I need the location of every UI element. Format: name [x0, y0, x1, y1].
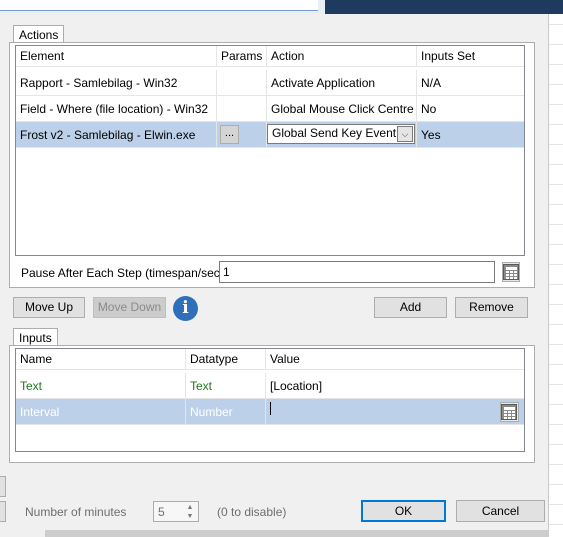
table-row-element[interactable]: Rapport - Samlebilag - Win32: [16, 70, 217, 96]
table-row-inputs-set-selected[interactable]: Yes: [417, 122, 524, 148]
input-row-name[interactable]: Text: [16, 373, 186, 399]
ok-button[interactable]: OK: [361, 500, 446, 522]
pause-calculator-button[interactable]: [502, 262, 520, 282]
inputs-grid: Name Datatype Value Text Text [Location]…: [15, 348, 525, 452]
calculator-icon: [501, 404, 517, 420]
col-header-value[interactable]: Value: [266, 349, 524, 370]
info-icon[interactable]: i: [173, 296, 198, 321]
partial-left-button[interactable]: [0, 476, 6, 497]
tab-inputs[interactable]: Inputs: [13, 328, 58, 346]
input-row-value[interactable]: [Location]: [266, 373, 524, 399]
partial-left-button[interactable]: [0, 501, 6, 522]
input-row-datatype[interactable]: Text: [186, 373, 266, 399]
table-row-element[interactable]: Field - Where (file location) - Win32: [16, 96, 217, 122]
tab-inputs-label: Inputs: [19, 331, 52, 345]
input-row-value-selected[interactable]: [266, 399, 524, 425]
remove-button[interactable]: Remove: [455, 297, 528, 318]
spin-down-icon[interactable]: ▼: [183, 512, 197, 521]
pause-label: Pause After Each Step (timespan/secs): [21, 266, 230, 280]
move-down-button[interactable]: Move Down: [93, 297, 166, 318]
minutes-label: Number of minutes: [25, 505, 127, 519]
col-header-inputs-set[interactable]: Inputs Set: [417, 46, 524, 67]
col-header-name[interactable]: Name: [16, 349, 186, 370]
background-window-strip: [0, 0, 563, 14]
tab-actions[interactable]: Actions: [13, 25, 65, 43]
background-spreadsheet-edge: [549, 14, 563, 537]
table-row-action-selected[interactable]: Global Send Key Event ⌵: [267, 122, 417, 148]
col-header-datatype[interactable]: Datatype: [186, 349, 266, 370]
table-row-inputs-set[interactable]: No: [417, 96, 524, 122]
cancel-button[interactable]: Cancel: [456, 500, 545, 522]
col-header-params[interactable]: Params: [217, 46, 267, 67]
col-header-element[interactable]: Element: [16, 46, 217, 67]
disable-hint: (0 to disable): [217, 505, 287, 519]
action-combobox-value: Global Send Key Event: [272, 126, 397, 140]
chevron-down-icon[interactable]: ⌵: [397, 126, 413, 142]
spin-up-icon[interactable]: ▲: [183, 503, 197, 512]
horizontal-scrollbar[interactable]: [45, 530, 549, 537]
col-header-action[interactable]: Action: [267, 46, 417, 67]
text-caret: [270, 402, 271, 415]
table-row-inputs-set[interactable]: N/A: [417, 70, 524, 96]
table-row-action[interactable]: Global Mouse Click Centre: [267, 96, 417, 122]
actions-grid: Element Params Action Inputs Set Rapport…: [15, 45, 525, 256]
value-calculator-button[interactable]: [500, 402, 519, 422]
params-ellipsis-button[interactable]: ...: [220, 125, 239, 144]
calculator-icon: [503, 264, 519, 280]
pause-input[interactable]: 1: [219, 261, 495, 283]
table-row-element-selected[interactable]: Frost v2 - Samlebilag - Elwin.exe: [16, 122, 217, 148]
table-row-params-selected[interactable]: ...: [217, 122, 267, 148]
minutes-spinner-value: 5: [158, 505, 165, 519]
input-row-datatype-selected[interactable]: Number: [186, 399, 266, 425]
tab-actions-label: Actions: [19, 28, 59, 42]
table-row-action[interactable]: Activate Application: [267, 70, 417, 96]
input-row-name-selected[interactable]: Interval: [16, 399, 186, 425]
table-row-params[interactable]: [217, 96, 267, 122]
table-row-params[interactable]: [217, 70, 267, 96]
minutes-spinner[interactable]: 5 ▲ ▼: [153, 501, 199, 522]
action-combobox[interactable]: Global Send Key Event ⌵: [267, 124, 415, 144]
move-up-button[interactable]: Move Up: [13, 297, 85, 318]
add-button[interactable]: Add: [374, 297, 447, 318]
